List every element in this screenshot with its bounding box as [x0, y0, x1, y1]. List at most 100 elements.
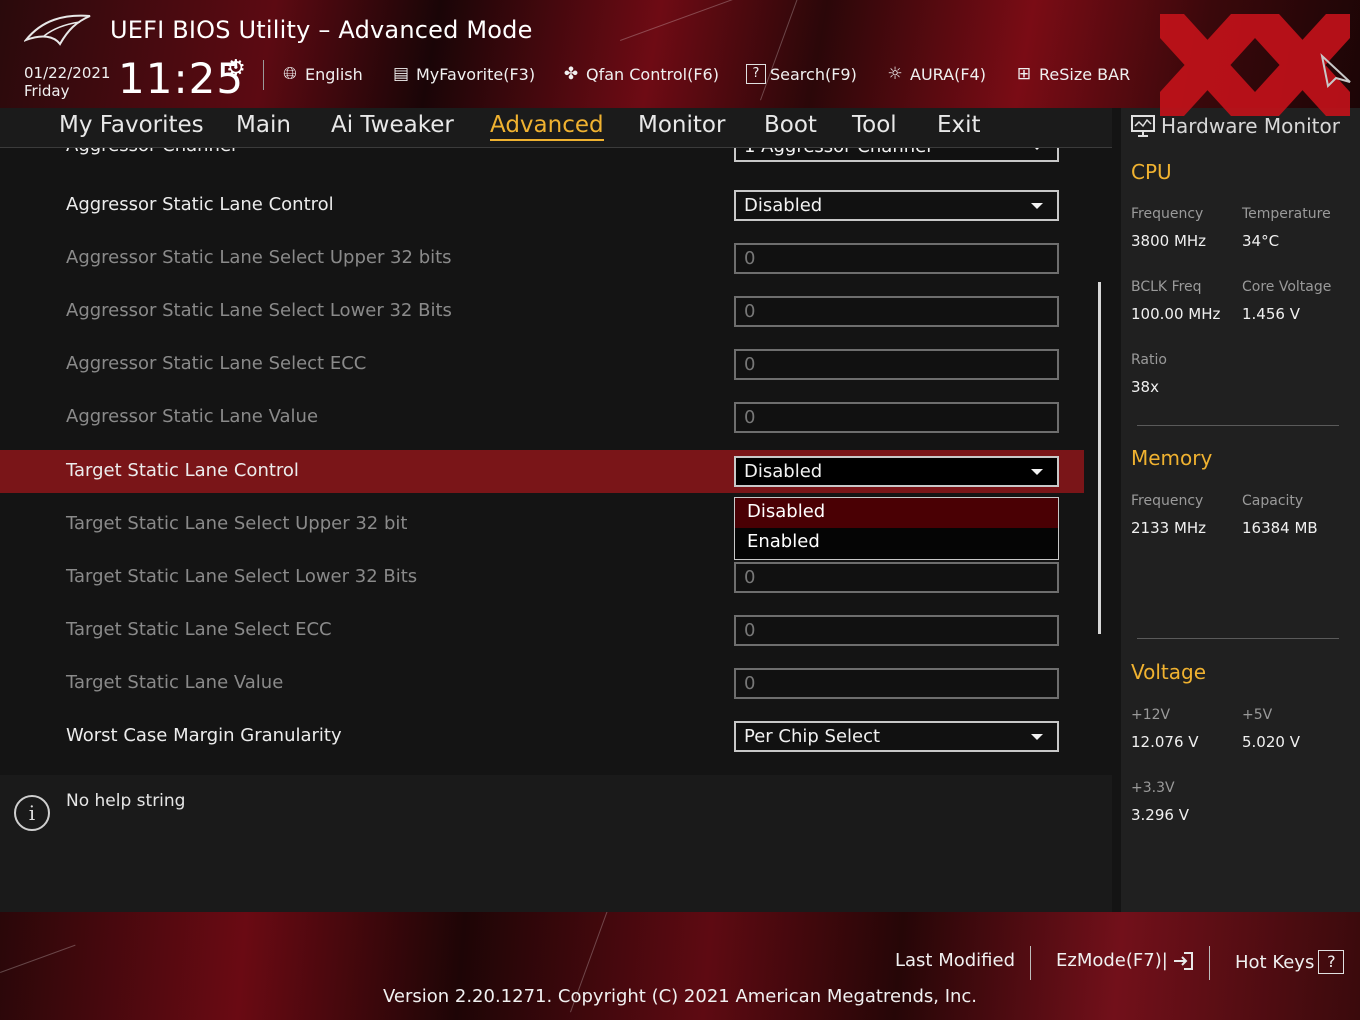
bclk-label: BCLK Freq [1131, 279, 1202, 295]
cpu-temperature-value: 34°C [1242, 232, 1280, 250]
toolbar-separator [263, 60, 264, 90]
rog-logo-icon [24, 14, 91, 46]
setting-row-aggressor-channel[interactable]: Aggressor Channel 1 Aggressor Channel [0, 148, 1084, 168]
search-label: Search(F9) [770, 64, 857, 84]
setting-label: Aggressor Static Lane Value [66, 406, 319, 427]
hardware-monitor-panel: Hardware Monitor CPU Frequency Temperatu… [1121, 108, 1360, 912]
date-display: 01/22/2021 Friday [24, 64, 110, 100]
exit-arrow-icon [1173, 951, 1193, 970]
setting-label: Target Static Lane Control [66, 460, 299, 481]
dropdown-option-enabled[interactable]: Enabled [735, 528, 1058, 558]
footer-separator [1030, 946, 1031, 980]
setting-row-target-lower-32: Target Static Lane Select Lower 32 Bits … [0, 556, 1084, 599]
aggressor-lower-32-input: 0 [734, 296, 1059, 327]
search-button[interactable]: ? Search(F9) [746, 64, 857, 84]
tab-monitor[interactable]: Monitor [638, 112, 725, 138]
settings-scrollbar[interactable] [1098, 282, 1101, 634]
header-decoration [760, 0, 802, 101]
setting-row-aggressor-static-lane-control[interactable]: Aggressor Static Lane Control Disabled [0, 184, 1084, 227]
memory-frequency-label: Frequency [1131, 493, 1204, 509]
v12-value: 12.076 V [1131, 733, 1199, 751]
mouse-cursor-icon [1320, 53, 1351, 88]
aggressor-upper-32-input: 0 [734, 243, 1059, 274]
setting-label: Worst Case Margin Granularity [66, 725, 342, 746]
aggressor-value-input: 0 [734, 402, 1059, 433]
aggressor-static-lane-control-select[interactable]: Disabled [734, 190, 1059, 221]
worst-case-margin-granularity-select[interactable]: Per Chip Select [734, 721, 1059, 752]
dropdown-option-disabled[interactable]: Disabled [735, 498, 1058, 528]
setting-label: Aggressor Static Lane Select ECC [66, 353, 367, 374]
myfavorite-label: MyFavorite(F3) [416, 64, 536, 84]
setting-row-target-value: Target Static Lane Value 0 [0, 662, 1084, 705]
qfan-control-button[interactable]: ✤ Qfan Control(F6) [560, 64, 719, 84]
ezmode-label: EzMode(F7)| [1056, 950, 1168, 971]
search-help-icon: ? [746, 64, 766, 84]
tab-tool[interactable]: Tool [852, 112, 897, 138]
v5-label: +5V [1242, 707, 1273, 723]
language-label: English [305, 64, 363, 84]
aura-button[interactable]: ☼ AURA(F4) [884, 64, 986, 84]
v33-value: 3.296 V [1131, 806, 1189, 824]
tab-advanced[interactable]: Advanced [490, 112, 604, 141]
tab-main[interactable]: Main [236, 112, 291, 138]
help-panel: i No help string [0, 775, 1112, 912]
tab-exit[interactable]: Exit [937, 112, 981, 138]
monitor-icon [1131, 115, 1155, 137]
voltage-heading: Voltage [1131, 660, 1207, 684]
footer-bar: Last Modified EzMode(F7)| Hot Keys ? Ver… [0, 912, 1360, 1020]
aggressor-channel-select[interactable]: 1 Aggressor Channel [734, 148, 1059, 162]
footer-decoration [0, 944, 76, 973]
hot-keys-label: Hot Keys [1235, 951, 1315, 973]
setting-label: Aggressor Channel [66, 148, 236, 156]
setting-row-worst-case-margin-granularity[interactable]: Worst Case Margin Granularity Per Chip S… [0, 715, 1084, 758]
ratio-value: 38x [1131, 378, 1159, 396]
setting-label: Aggressor Static Lane Select Upper 32 bi… [66, 247, 452, 268]
ratio-label: Ratio [1131, 352, 1167, 368]
language-button[interactable]: 🌐︎ English [279, 64, 363, 84]
v33-label: +3.3V [1131, 780, 1175, 796]
tab-boot[interactable]: Boot [764, 112, 817, 138]
section-divider [1137, 425, 1339, 426]
cpu-frequency-label: Frequency [1131, 206, 1204, 222]
resize-bar-button[interactable]: ⊞ ReSize BAR [1013, 64, 1130, 84]
target-static-lane-control-dropdown[interactable]: Disabled Enabled [734, 497, 1059, 560]
favorite-list-icon: ▤ [392, 64, 410, 84]
main-nav: My Favorites Main Ai Tweaker Advanced Mo… [0, 108, 1112, 148]
setting-label: Aggressor Static Lane Control [66, 194, 334, 215]
help-text: No help string [66, 791, 186, 811]
setting-label: Target Static Lane Select Upper 32 bit [66, 513, 408, 534]
v12-label: +12V [1131, 707, 1171, 723]
info-icon: i [14, 795, 50, 831]
cpu-frequency-value: 3800 MHz [1131, 232, 1207, 250]
setting-label: Target Static Lane Value [66, 672, 284, 693]
date-value: 01/22/2021 [24, 64, 111, 82]
setting-row-aggressor-upper-32: Aggressor Static Lane Select Upper 32 bi… [0, 237, 1084, 280]
last-modified-button[interactable]: Last Modified [895, 950, 1015, 971]
footer-separator [1209, 946, 1210, 980]
fan-icon: ✤ [563, 64, 579, 84]
setting-label: Target Static Lane Select ECC [66, 619, 332, 640]
target-lower-32-input: 0 [734, 562, 1059, 593]
cpu-temperature-label: Temperature [1242, 206, 1331, 222]
aura-light-icon: ☼ [887, 64, 903, 84]
resize-bar-label: ReSize BAR [1039, 64, 1131, 84]
core-voltage-label: Core Voltage [1242, 279, 1332, 295]
tab-ai-tweaker[interactable]: Ai Tweaker [331, 112, 454, 138]
memory-frequency-value: 2133 MHz [1131, 519, 1207, 537]
setting-row-target-static-lane-control[interactable]: Target Static Lane Control Disabled [0, 450, 1084, 493]
gear-icon[interactable]: ⚙ [226, 56, 246, 81]
app-title: UEFI BIOS Utility – Advanced Mode [110, 16, 533, 44]
tab-my-favorites[interactable]: My Favorites [59, 112, 204, 138]
myfavorite-button[interactable]: ▤ MyFavorite(F3) [390, 64, 535, 84]
header-bar: UEFI BIOS Utility – Advanced Mode 01/22/… [0, 0, 1360, 108]
memory-capacity-value: 16384 MB [1242, 519, 1318, 537]
hot-keys-button[interactable]: Hot Keys ? [1235, 950, 1345, 974]
core-voltage-value: 1.456 V [1242, 305, 1300, 323]
v5-value: 5.020 V [1242, 733, 1300, 751]
aggressor-ecc-input: 0 [734, 349, 1059, 380]
help-question-icon: ? [1318, 950, 1345, 974]
ezmode-button[interactable]: EzMode(F7)| [1056, 950, 1194, 971]
target-static-lane-control-select[interactable]: Disabled [734, 456, 1059, 487]
version-text: Version 2.20.1271. Copyright (C) 2021 Am… [382, 986, 978, 1007]
setting-label: Target Static Lane Select Lower 32 Bits [66, 566, 418, 587]
